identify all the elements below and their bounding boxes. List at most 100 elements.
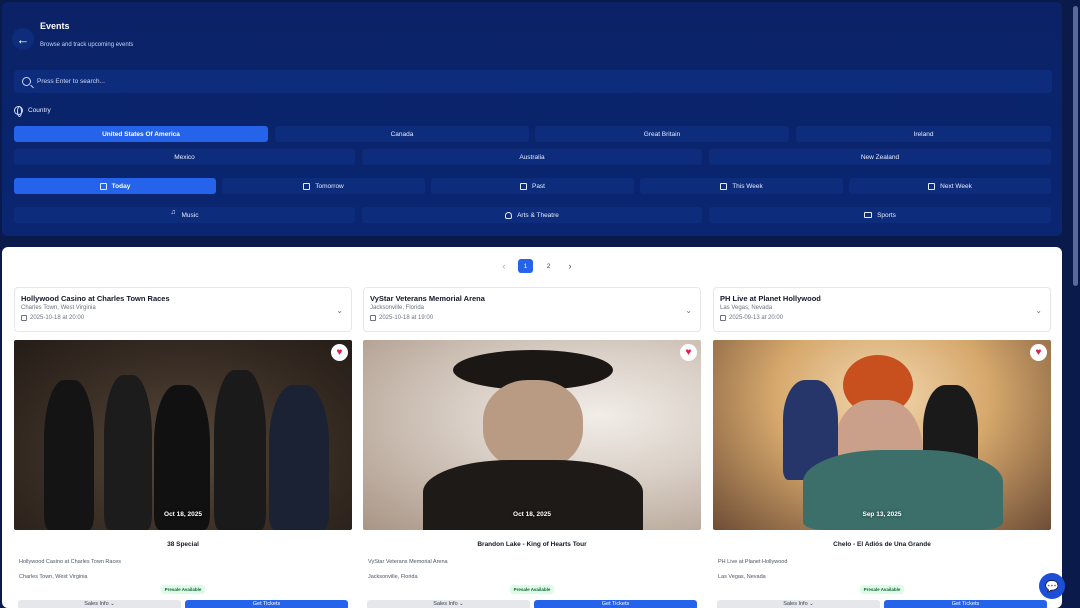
event-title[interactable]: Chelo - El Adiós de Una Grande <box>713 541 1051 548</box>
image-date: Oct 18, 2025 <box>513 511 551 518</box>
venue-card[interactable]: VyStar Veterans Memorial Arena Jacksonvi… <box>363 287 701 332</box>
calendar-icon <box>720 182 728 190</box>
scrollbar-thumb[interactable] <box>1073 6 1078 286</box>
calendar-icon <box>519 182 527 190</box>
event-city: Charles Town, West Virginia <box>19 574 88 580</box>
time-filter-tomorrow[interactable]: Tomorrow <box>222 178 425 194</box>
event-title[interactable]: Brandon Lake - King of Hearts Tour <box>363 541 701 548</box>
calendar-icon <box>720 315 726 321</box>
image-date: Sep 13, 2025 <box>862 511 902 518</box>
performer-figure <box>269 385 329 530</box>
presale-badge: Presale Available <box>14 585 352 594</box>
chevron-down-icon[interactable]: ⌄ <box>1035 306 1042 315</box>
venue-name: Hollywood Casino at Charles Town Races <box>21 294 170 303</box>
sales-info-button[interactable]: Sales Info ⌄ <box>717 600 880 608</box>
heart-icon: ♥ <box>1035 347 1042 358</box>
face-shape <box>483 380 583 470</box>
event-venue: VyStar Veterans Memorial Arena <box>368 559 448 565</box>
search-input[interactable] <box>37 78 937 85</box>
events-list-panel: ‹ 1 2 › Hollywood Casino at Charles Town… <box>2 247 1062 608</box>
performer-figure <box>154 385 210 530</box>
get-tickets-button[interactable]: Get Tickets <box>884 600 1047 608</box>
country-chip-mexico[interactable]: Mexico <box>14 149 355 165</box>
back-button[interactable]: ← <box>12 28 34 50</box>
venue-datetime: 2025-09-13 at 20:00 <box>720 315 1044 321</box>
event-image[interactable]: ♥ Oct 18, 2025 <box>14 340 352 530</box>
favorite-heart-button[interactable]: ♥ <box>680 344 697 361</box>
venue-location: Jacksonville, Florida <box>370 305 425 311</box>
venue-location: Charles Town, West Virginia <box>21 305 96 311</box>
time-filter-today[interactable]: Today <box>14 178 216 194</box>
event-city: Jacksonville, Florida <box>368 574 418 580</box>
calendar-icon <box>370 315 376 321</box>
calendar-icon <box>303 182 311 190</box>
country-label-text: Country <box>28 107 51 114</box>
chat-bubble-icon: 💬 <box>1045 580 1059 593</box>
event-actions: Sales Info ⌄ Get Tickets <box>14 600 352 608</box>
venue-card[interactable]: PH Live at Planet Hollywood Las Vegas, N… <box>713 287 1051 332</box>
music-note-icon <box>171 209 177 219</box>
venue-location: Las Vegas, Nevada <box>720 305 773 311</box>
theatre-mask-icon <box>505 211 513 219</box>
country-label: Country <box>14 106 51 117</box>
country-chip-canada[interactable]: Canada <box>275 126 529 142</box>
event-actions: Sales Info ⌄ Get Tickets <box>363 600 701 608</box>
calendar-icon <box>99 182 107 190</box>
venue-datetime: 2025-10-18 at 20:00 <box>21 315 345 321</box>
globe-icon <box>14 106 23 117</box>
get-tickets-button[interactable]: Get Tickets <box>185 600 348 608</box>
time-filter-this-week[interactable]: This Week <box>640 178 843 194</box>
page-button-2[interactable]: 2 <box>541 259 556 273</box>
venue-name: PH Live at Planet Hollywood <box>720 294 821 303</box>
prev-page-button[interactable]: ‹ <box>498 261 510 271</box>
performer-group <box>803 450 1003 530</box>
performer-figure <box>214 370 266 530</box>
country-chip-usa[interactable]: United States Of America <box>14 126 268 142</box>
category-music[interactable]: Music <box>14 207 355 223</box>
ticket-icon <box>864 212 873 218</box>
chat-button[interactable]: 💬 <box>1039 573 1065 599</box>
country-chip-australia[interactable]: Australia <box>362 149 702 165</box>
chevron-down-icon[interactable]: ⌄ <box>336 306 343 315</box>
next-page-button[interactable]: › <box>564 261 576 271</box>
calendar-icon <box>21 315 27 321</box>
performer-figure <box>44 380 94 530</box>
venue-datetime: 2025-10-18 at 19:00 <box>370 315 694 321</box>
chevron-down-icon[interactable]: ⌄ <box>685 306 692 315</box>
country-chip-new-zealand[interactable]: New Zealand <box>709 149 1051 165</box>
image-date: Oct 18, 2025 <box>164 511 202 518</box>
time-filter-past[interactable]: Past <box>431 178 634 194</box>
presale-badge: Presale Available <box>363 585 701 594</box>
favorite-heart-button[interactable]: ♥ <box>1030 344 1047 361</box>
performer-figure <box>104 375 152 530</box>
category-arts-theatre[interactable]: Arts & Theatre <box>362 207 702 223</box>
country-chip-ireland[interactable]: Ireland <box>796 126 1051 142</box>
page-title: Events <box>40 21 70 31</box>
event-city: Las Vegas, Nevada <box>718 574 766 580</box>
calendar-icon <box>928 182 936 190</box>
page-subtitle: Browse and track upcoming events <box>40 42 134 48</box>
event-title[interactable]: 38 Special <box>14 541 352 548</box>
page-button-1[interactable]: 1 <box>518 259 533 273</box>
event-image[interactable]: ♥ Oct 18, 2025 <box>363 340 701 530</box>
venue-name: VyStar Veterans Memorial Arena <box>370 294 485 303</box>
favorite-heart-button[interactable]: ♥ <box>331 344 348 361</box>
event-image[interactable]: ♥ Sep 13, 2025 <box>713 340 1051 530</box>
search-icon <box>22 77 31 86</box>
heart-icon: ♥ <box>336 347 343 358</box>
get-tickets-button[interactable]: Get Tickets <box>534 600 697 608</box>
sales-info-button[interactable]: Sales Info ⌄ <box>367 600 530 608</box>
event-actions: Sales Info ⌄ Get Tickets <box>713 600 1051 608</box>
country-chip-great-britain[interactable]: Great Britain <box>535 126 789 142</box>
time-filter-next-week[interactable]: Next Week <box>849 178 1051 194</box>
pagination: ‹ 1 2 › <box>498 259 576 273</box>
heart-icon: ♥ <box>685 347 692 358</box>
coat-shape <box>423 460 643 530</box>
category-sports[interactable]: Sports <box>709 207 1051 223</box>
venue-card[interactable]: Hollywood Casino at Charles Town Races C… <box>14 287 352 332</box>
arrow-left-icon: ← <box>16 31 30 47</box>
search-bar[interactable] <box>14 70 1052 93</box>
event-venue: Hollywood Casino at Charles Town Races <box>19 559 122 565</box>
sales-info-button[interactable]: Sales Info ⌄ <box>18 600 181 608</box>
events-hero-panel <box>2 2 1062 236</box>
